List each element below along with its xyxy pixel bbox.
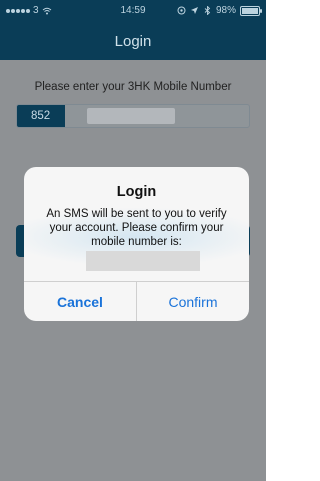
- dialog-title: Login: [116, 184, 157, 200]
- mobile-number-input[interactable]: [87, 108, 175, 124]
- status-bar: 3 14:59 98%: [0, 0, 266, 22]
- mobile-number-row: 852: [16, 104, 250, 128]
- status-right: 98%: [177, 5, 262, 16]
- confirm-button[interactable]: Confirm: [137, 282, 249, 321]
- dialog-button-row: Cancel Confirm: [24, 281, 249, 321]
- battery-percent: 98%: [215, 5, 236, 16]
- battery-icon: [240, 5, 262, 16]
- cancel-button[interactable]: Cancel: [24, 282, 137, 321]
- top-bar: 3 14:59 98% Login: [0, 0, 266, 60]
- mobile-number-prompt: Please enter your 3HK Mobile Number: [34, 81, 232, 93]
- battery-fill: [242, 7, 258, 14]
- navigation-arrow-icon: [190, 7, 198, 14]
- bluetooth-icon: [204, 6, 211, 15]
- location-icon: [177, 6, 186, 15]
- phone-screen: 3 14:59 98% Login Please enter your 3HK …: [0, 0, 266, 481]
- dialog-message: An SMS will be sent to you to verify you…: [46, 208, 227, 248]
- page-title: Login: [114, 33, 152, 50]
- masked-mobile-number: [86, 251, 200, 271]
- login-alert-dialog: Login An SMS will be sent to you to veri…: [24, 167, 249, 321]
- country-code-selector[interactable]: 852: [17, 105, 65, 127]
